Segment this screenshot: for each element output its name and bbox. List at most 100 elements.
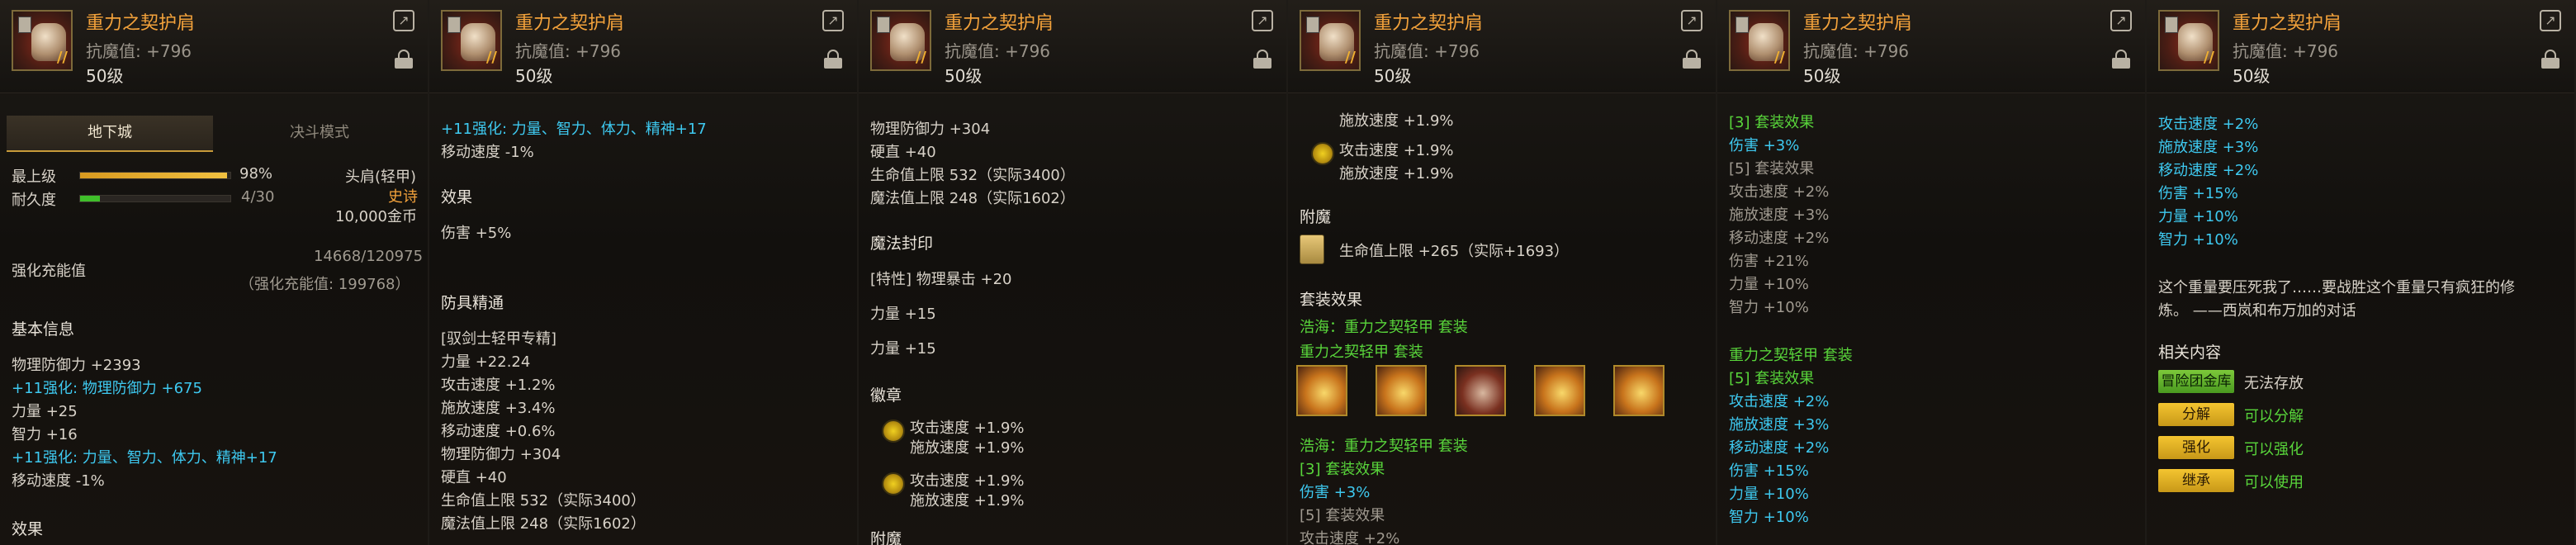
tab-duel[interactable]: 决斗模式 bbox=[216, 116, 423, 150]
stat-line: 物理防御力 +304 bbox=[441, 446, 561, 463]
item-header: // 重力之契护肩 抗魔值: +796 50级 ↗ bbox=[1717, 0, 2145, 93]
item-level: 50级 bbox=[86, 66, 124, 86]
magic-resist: 抗魔值: +796 bbox=[1374, 41, 1480, 61]
set-name: 浩海：重力之契轻甲 套装 bbox=[1300, 319, 1468, 336]
share-link-icon[interactable]: ↗ bbox=[2540, 10, 2561, 31]
item-icon: // bbox=[441, 10, 502, 71]
emblem-line: 施放速度 +1.9% bbox=[1339, 165, 1454, 182]
armor-mastery-title: 防具精通 bbox=[441, 294, 504, 312]
amp-value: 14668/120975 bbox=[314, 248, 424, 265]
set-name: 重力之契轻甲 套装 bbox=[1300, 344, 1423, 361]
set-item-icon[interactable] bbox=[1613, 365, 1664, 416]
inherit-button[interactable]: 继承 bbox=[2158, 469, 2234, 492]
adventure-vault-button[interactable]: 冒险团金库 bbox=[2158, 370, 2234, 393]
stat-line: 攻击速度 +1.2% bbox=[441, 377, 556, 394]
seal-line: 力量 +15 bbox=[870, 340, 936, 358]
stat-line: 魔法值上限 248（实际1602） bbox=[441, 515, 646, 533]
item-icon: // bbox=[1300, 10, 1361, 71]
effect-title: 效果 bbox=[12, 520, 44, 538]
enchant-title: 附魔 bbox=[1300, 208, 1332, 226]
stat-line: 硬直 +40 bbox=[870, 144, 936, 161]
share-link-icon[interactable]: ↗ bbox=[1681, 10, 1702, 31]
tab-dungeon[interactable]: 地下城 bbox=[7, 116, 213, 152]
lock-icon[interactable] bbox=[824, 50, 842, 69]
item-level: 50级 bbox=[1803, 66, 1841, 86]
set-bonus-line: 移动速度 +2% bbox=[1729, 230, 1830, 247]
set-bonus-line: 伤害 +15% bbox=[1729, 462, 1809, 480]
item-header: // 重力之契护肩 抗魔值: +796 50级 ↗ bbox=[859, 0, 1286, 93]
item-level: 50级 bbox=[945, 66, 983, 86]
stat-line: +11强化: 力量、智力、体力、精神+17 bbox=[12, 449, 277, 467]
item-icon: // bbox=[12, 10, 73, 71]
set-bonus-line: 伤害 +3% bbox=[1300, 484, 1371, 501]
set-item-icon[interactable] bbox=[1455, 365, 1506, 416]
stat-line: 物理防御力 +2393 bbox=[12, 357, 141, 374]
item-level: 50级 bbox=[1374, 66, 1412, 86]
disassemble-button[interactable]: 分解 bbox=[2158, 403, 2234, 426]
set-bonus-line: 智力 +10% bbox=[1729, 299, 1809, 316]
lock-icon[interactable] bbox=[1683, 50, 1701, 69]
lock-icon[interactable] bbox=[395, 50, 413, 69]
set-bonus-line: 力量 +10% bbox=[1729, 276, 1809, 293]
item-header: // 重力之契护肩 抗魔值: +796 50级 ↗ bbox=[0, 0, 428, 93]
emblem-line: 施放速度 +1.9% bbox=[910, 439, 1025, 457]
emblem-title: 徽章 bbox=[870, 386, 902, 405]
stat-line: 魔法值上限 248（实际1602） bbox=[870, 190, 1075, 207]
share-link-icon[interactable]: ↗ bbox=[1252, 10, 1273, 31]
magic-resist: 抗魔值: +796 bbox=[86, 41, 192, 61]
stat-line: 硬直 +40 bbox=[441, 469, 507, 486]
set-item-icon[interactable] bbox=[1296, 365, 1347, 416]
set-bonus-line: 智力 +10% bbox=[1729, 509, 1809, 526]
lock-icon[interactable] bbox=[1253, 50, 1271, 69]
lock-icon[interactable] bbox=[2112, 50, 2130, 69]
set-bonus-line: 施放速度 +3% bbox=[1729, 416, 1830, 434]
set-bonus-line: 智力 +10% bbox=[2158, 231, 2238, 249]
set-item-icon[interactable] bbox=[1534, 365, 1585, 416]
stat-line: 移动速度 +0.6% bbox=[441, 423, 556, 440]
item-name: 重力之契护肩 bbox=[2233, 13, 2342, 34]
share-link-icon[interactable]: ↗ bbox=[2110, 10, 2132, 31]
set-bonus-line: 移动速度 +2% bbox=[1729, 439, 1830, 457]
flavor-text: 炼。 ——西岚和布万加的对话 bbox=[2158, 302, 2356, 320]
durability-bar bbox=[79, 195, 231, 202]
enchant-title: 附魔 bbox=[870, 530, 902, 545]
emblem-icon bbox=[1311, 142, 1334, 165]
set-name: 重力之契轻甲 套装 bbox=[1729, 347, 1853, 364]
enchant-card-icon bbox=[1300, 235, 1324, 264]
set-item-icon[interactable] bbox=[1376, 365, 1427, 416]
stat-line: 力量 +22.24 bbox=[441, 353, 531, 371]
lock-icon[interactable] bbox=[2541, 50, 2559, 69]
set-bonus-title: [5] 套装效果 bbox=[1729, 370, 1815, 387]
magic-seal-title: 魔法封印 bbox=[870, 235, 934, 253]
effect-line: 伤害 +5% bbox=[441, 225, 512, 242]
item-header: // 重力之契护肩 抗魔值: +796 50级 ↗ bbox=[2147, 0, 2574, 93]
rarity: 史诗 bbox=[388, 188, 418, 206]
set-bonus-title: [3] 套装效果 bbox=[1729, 114, 1815, 131]
set-bonus-line: 攻击速度 +2% bbox=[1300, 530, 1400, 545]
tooltip-panel-3: // 重力之契护肩 抗魔值: +796 50级 ↗ 物理防御力 +304 硬直 … bbox=[859, 0, 1288, 545]
price: 10,000金币 bbox=[335, 208, 417, 225]
effect-title: 效果 bbox=[441, 188, 473, 206]
tooltip-panel-6: // 重力之契护肩 抗魔值: +796 50级 ↗ 攻击速度 +2% 施放速度 … bbox=[2147, 0, 2576, 545]
related-status: 可以使用 bbox=[2244, 474, 2304, 491]
tooltip-panel-5: // 重力之契护肩 抗魔值: +796 50级 ↗ [3] 套装效果 伤害 +3… bbox=[1717, 0, 2147, 545]
share-link-icon[interactable]: ↗ bbox=[822, 10, 844, 31]
enchant-line: 生命值上限 +265（实际+1693） bbox=[1339, 243, 1570, 260]
item-header: // 重力之契护肩 抗魔值: +796 50级 ↗ bbox=[1288, 0, 1716, 93]
item-icon: // bbox=[870, 10, 931, 71]
magic-resist: 抗魔值: +796 bbox=[515, 41, 622, 61]
enhance-button[interactable]: 强化 bbox=[2158, 436, 2234, 459]
set-bonus-line: 伤害 +15% bbox=[2158, 185, 2238, 202]
stat-line: +11强化: 力量、智力、体力、精神+17 bbox=[441, 121, 707, 138]
stat-line: 生命值上限 532（实际3400） bbox=[870, 167, 1075, 184]
emblem-line: 施放速度 +1.9% bbox=[1339, 112, 1454, 130]
set-bonus-line: 力量 +10% bbox=[2158, 208, 2238, 225]
stat-line: 移动速度 -1% bbox=[12, 472, 105, 490]
amp-note: （强化充能值: 199768） bbox=[239, 276, 410, 293]
durability-label: 耐久度 bbox=[12, 192, 56, 209]
emblem-line: 攻击速度 +1.9% bbox=[1339, 142, 1454, 159]
item-name: 重力之契护肩 bbox=[1803, 13, 1913, 34]
set-effect-title: 套装效果 bbox=[1300, 291, 1363, 309]
share-link-icon[interactable]: ↗ bbox=[393, 10, 414, 31]
emblem-line: 施放速度 +1.9% bbox=[910, 492, 1025, 509]
